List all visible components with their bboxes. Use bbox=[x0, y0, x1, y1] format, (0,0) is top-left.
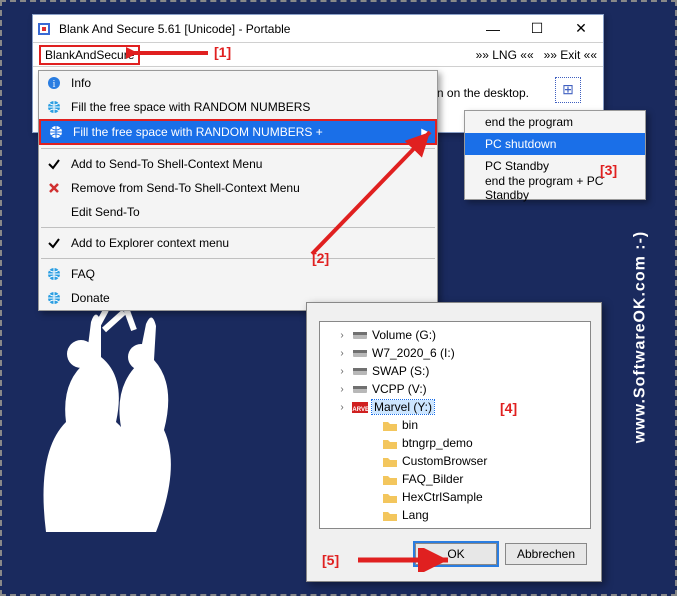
annotation-4: [4] bbox=[500, 400, 517, 416]
marvel-icon: MARVEL bbox=[352, 402, 368, 413]
dropdown-item-label: Fill the free space with RANDOM NUMBERS bbox=[71, 100, 431, 114]
tree-item-label: W7_2020_6 (I:) bbox=[372, 346, 455, 360]
info-icon: i bbox=[45, 76, 63, 90]
drive-icon bbox=[352, 348, 368, 359]
tree-item-label: SWAP (S:) bbox=[372, 364, 429, 378]
globe-icon bbox=[45, 267, 63, 281]
tree-item[interactable]: Lang bbox=[320, 506, 590, 524]
menu-lng[interactable]: »» LNG «« bbox=[476, 48, 534, 62]
annotation-1: [1] bbox=[214, 44, 231, 60]
watermark: www.SoftwareOK.com :-) bbox=[632, 230, 650, 443]
folder-tree[interactable]: › Volume (G:) › W7_2020_6 (I:) › SWAP (S:) › VC… bbox=[319, 321, 591, 529]
annotation-3: [3] bbox=[600, 162, 617, 178]
submenu-item[interactable]: end the program + PC Standby bbox=[465, 177, 645, 199]
tree-item-label: Marvel (Y:) bbox=[372, 400, 434, 414]
tree-item-label: Volume (G:) bbox=[372, 328, 436, 342]
expand-icon[interactable]: › bbox=[336, 348, 348, 359]
expand-icon[interactable]: › bbox=[336, 402, 348, 413]
tree-item[interactable]: HexCtrlSample bbox=[320, 488, 590, 506]
minimize-button[interactable]: — bbox=[471, 15, 515, 43]
dropdown-item[interactable]: Fill the free space with RANDOM NUMBERS bbox=[39, 95, 437, 119]
background-figures bbox=[6, 302, 186, 562]
cancel-button[interactable]: Abbrechen bbox=[505, 543, 587, 565]
dropdown-item-label: Info bbox=[71, 76, 431, 90]
drive-icon bbox=[352, 366, 368, 377]
drive-icon bbox=[352, 330, 368, 341]
folder-icon bbox=[382, 528, 398, 530]
tree-item-label: MIDIpiano bbox=[402, 526, 457, 529]
tree-item[interactable]: FAQ_Bilder bbox=[320, 470, 590, 488]
svg-text:MARVEL: MARVEL bbox=[352, 407, 368, 413]
tree-item-label: HexCtrlSample bbox=[402, 490, 483, 504]
tree-item[interactable]: › SWAP (S:) bbox=[320, 362, 590, 380]
tree-item[interactable]: bin bbox=[320, 416, 590, 434]
dropdown-item-label: FAQ bbox=[71, 267, 431, 281]
svg-text:i: i bbox=[53, 79, 56, 90]
titlebar[interactable]: Blank And Secure 5.61 [Unicode] - Portab… bbox=[33, 15, 603, 43]
check-icon bbox=[45, 236, 63, 250]
folder-icon bbox=[382, 456, 398, 467]
tree-item[interactable]: › VCPP (V:) bbox=[320, 380, 590, 398]
expand-icon[interactable]: › bbox=[336, 384, 348, 395]
folder-icon bbox=[382, 438, 398, 449]
window-title: Blank And Secure 5.61 [Unicode] - Portab… bbox=[55, 22, 471, 36]
tree-item-label: CustomBrowser bbox=[402, 454, 487, 468]
submenu-item[interactable]: PC shutdown bbox=[465, 133, 645, 155]
menu-exit[interactable]: »» Exit «« bbox=[544, 48, 597, 62]
tree-item[interactable]: › Volume (G:) bbox=[320, 326, 590, 344]
x-icon bbox=[45, 181, 63, 195]
dropdown-item[interactable]: FAQ bbox=[39, 262, 437, 286]
dropdown-item[interactable]: i Info bbox=[39, 71, 437, 95]
folder-icon bbox=[382, 510, 398, 521]
submenu-item[interactable]: end the program bbox=[465, 111, 645, 133]
tree-item[interactable]: › MARVEL Marvel (Y:) bbox=[320, 398, 590, 416]
check-icon bbox=[45, 157, 63, 171]
globe-icon bbox=[47, 125, 65, 139]
expand-icon[interactable]: › bbox=[336, 366, 348, 377]
tree-item-label: FAQ_Bilder bbox=[402, 472, 463, 486]
annotation-5: [5] bbox=[322, 552, 339, 568]
menubar: BlankAndSecure »» LNG «« »» Exit «« bbox=[33, 43, 603, 67]
folder-icon bbox=[382, 492, 398, 503]
tree-item-label: Lang bbox=[402, 508, 429, 522]
tree-item[interactable]: MIDIpiano bbox=[320, 524, 590, 529]
tree-item-label: VCPP (V:) bbox=[372, 382, 427, 396]
arrow-5 bbox=[352, 548, 462, 572]
arrow-1 bbox=[126, 42, 216, 64]
expand-icon[interactable]: › bbox=[336, 330, 348, 341]
maximize-button[interactable]: ☐ bbox=[515, 15, 559, 43]
tree-item-label: bin bbox=[402, 418, 418, 432]
tree-item[interactable]: btngrp_demo bbox=[320, 434, 590, 452]
tree-item-label: btngrp_demo bbox=[402, 436, 473, 450]
tree-item[interactable]: › W7_2020_6 (I:) bbox=[320, 344, 590, 362]
app-icon bbox=[33, 22, 55, 36]
drive-icon bbox=[352, 384, 368, 395]
arrow-2 bbox=[182, 122, 442, 262]
submenu: end the programPC shutdownPC Standbyend … bbox=[464, 110, 646, 200]
drop-target-icon[interactable]: ⊞ bbox=[555, 77, 581, 103]
globe-icon bbox=[45, 100, 63, 114]
close-button[interactable]: ✕ bbox=[559, 15, 603, 43]
folder-icon bbox=[382, 420, 398, 431]
folder-icon bbox=[382, 474, 398, 485]
tree-item[interactable]: CustomBrowser bbox=[320, 452, 590, 470]
globe-icon bbox=[45, 291, 63, 305]
folder-browse-dialog: › Volume (G:) › W7_2020_6 (I:) › SWAP (S:) › VC… bbox=[306, 302, 602, 582]
